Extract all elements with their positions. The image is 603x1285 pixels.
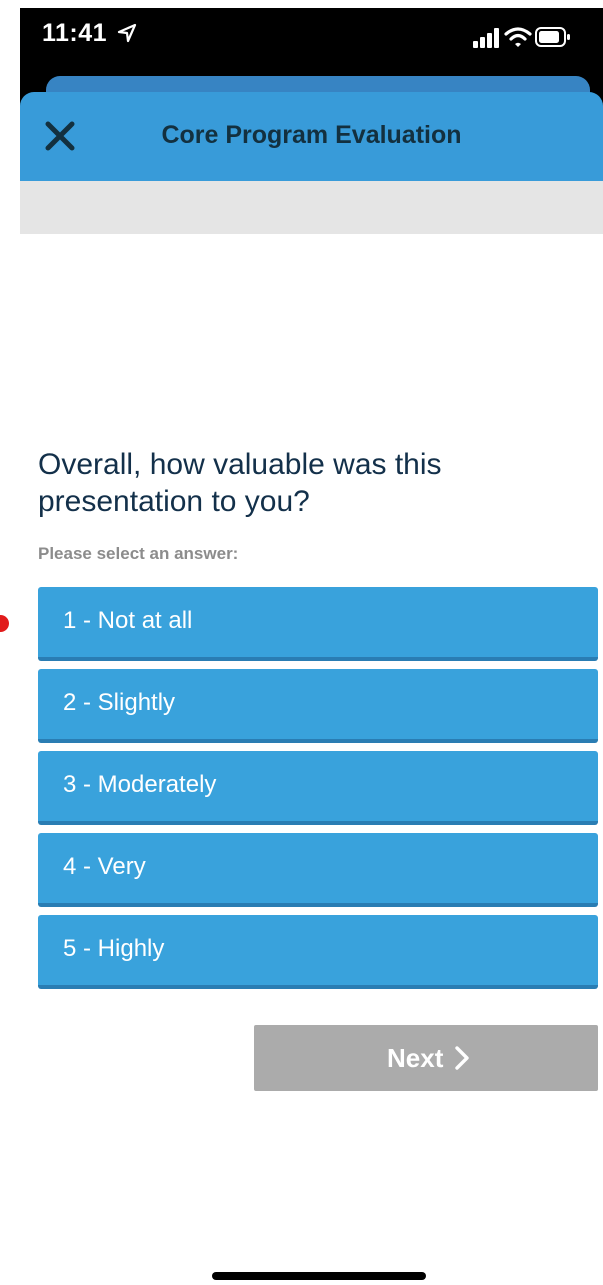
home-indicator — [212, 1272, 426, 1280]
answer-option-5[interactable]: 5 - Highly — [38, 915, 598, 989]
answer-option-2[interactable]: 2 - Slightly — [38, 669, 598, 743]
modal-header: Core Program Evaluation — [20, 92, 603, 181]
status-time: 11:41 — [42, 19, 108, 47]
signal-icon — [473, 28, 499, 48]
chevron-right-icon — [455, 1046, 470, 1070]
next-button[interactable]: Next — [254, 1025, 598, 1091]
answer-options: 1 - Not at all 2 - Slightly 3 - Moderate… — [38, 587, 598, 997]
next-button-content: Next — [387, 1042, 470, 1074]
question-text: Overall, how valuable was this presentat… — [38, 448, 442, 518]
touch-marker — [0, 615, 9, 632]
answer-option-4[interactable]: 4 - Very — [38, 833, 598, 907]
page-title: Core Program Evaluation — [161, 121, 462, 149]
answer-option-1[interactable]: 1 - Not at all — [38, 587, 598, 661]
battery-icon — [535, 27, 570, 47]
location-arrow-icon — [117, 23, 136, 43]
wifi-icon — [504, 27, 532, 47]
status-icons — [473, 26, 573, 50]
answer-prompt: Please select an answer: — [38, 544, 239, 563]
next-label: Next — [387, 1042, 444, 1073]
progress-band — [20, 181, 603, 234]
answer-option-3[interactable]: 3 - Moderately — [38, 751, 598, 825]
status-time-group: 11:41 — [42, 19, 137, 48]
